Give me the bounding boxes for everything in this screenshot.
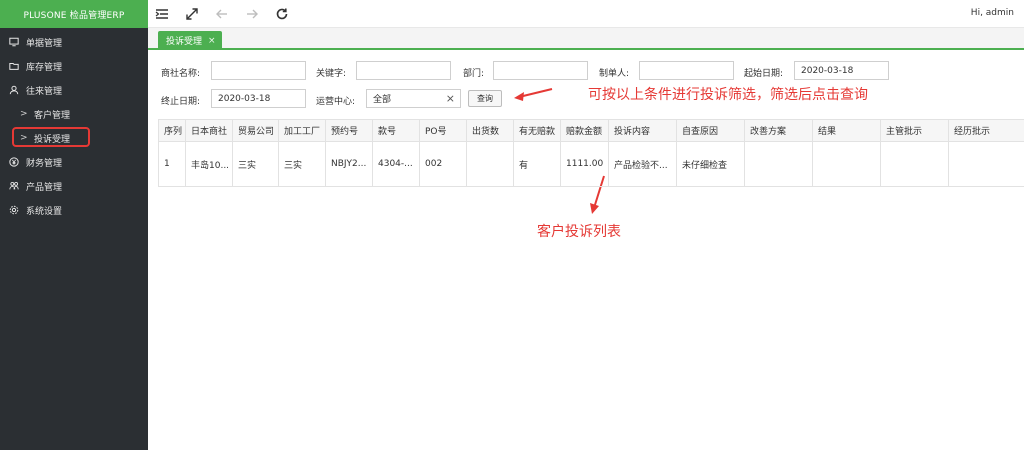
refresh-icon[interactable] bbox=[274, 6, 290, 22]
clear-icon[interactable]: ⨯ bbox=[446, 92, 455, 105]
table-cell: NBJY2... bbox=[325, 141, 373, 187]
column-header[interactable]: 出货数 bbox=[466, 119, 514, 142]
people-icon bbox=[8, 180, 20, 192]
sidebar-item-label: 财务管理 bbox=[26, 158, 63, 169]
column-header[interactable]: 有无赔款 bbox=[513, 119, 561, 142]
column-header[interactable]: 日本商社 bbox=[185, 119, 233, 142]
monitor-icon bbox=[8, 36, 20, 48]
ops-center-label: 运营中心: bbox=[316, 97, 356, 107]
ops-center-select[interactable]: 全部 ⨯ bbox=[366, 89, 461, 108]
sidebar-item-finance[interactable]: 财务管理 bbox=[0, 150, 148, 174]
creator-input[interactable] bbox=[639, 61, 734, 80]
table-cell: 4304-... bbox=[372, 141, 420, 187]
table-cell: 有 bbox=[513, 141, 561, 187]
column-header[interactable]: 结果 bbox=[812, 119, 881, 142]
keyword-input[interactable] bbox=[356, 61, 451, 80]
column-header[interactable]: 改善方案 bbox=[744, 119, 813, 142]
sidebar-item-documents[interactable]: 单据管理 bbox=[0, 30, 148, 54]
filter-hint-annotation: 可按以上条件进行投诉筛选，筛选后点击查询 bbox=[588, 87, 868, 103]
highlight-box bbox=[12, 127, 90, 147]
firm-name-label: 商社名称: bbox=[161, 69, 201, 79]
table-cell bbox=[948, 141, 1024, 187]
column-header[interactable]: 经历批示 bbox=[948, 119, 1024, 142]
sidebar-item-label: 客户管理 bbox=[34, 110, 71, 121]
start-date-input[interactable]: 2020-03-18 bbox=[794, 61, 889, 80]
table-cell bbox=[466, 141, 514, 187]
gear-icon bbox=[8, 204, 20, 216]
table-cell bbox=[744, 141, 813, 187]
sidebar-item-settings[interactable]: 系统设置 bbox=[0, 198, 148, 222]
complaints-table: 序列 日本商社 贸易公司 加工工厂 预约号 款号 PO号 出货数 有无赔款 赔款… bbox=[158, 119, 1024, 187]
chevron-right-icon: > bbox=[20, 109, 28, 119]
ops-center-value: 全部 bbox=[373, 95, 392, 105]
table-cell: 1 bbox=[158, 141, 186, 187]
back-arrow-icon[interactable] bbox=[214, 6, 230, 22]
expand-icon[interactable] bbox=[184, 6, 200, 22]
sidebar-item-complaints[interactable]: > 投诉受理 bbox=[0, 126, 148, 150]
sidebar: PLUSONE 检品管理ERP 单据管理 库存管理 往来管理 > 客户管理 > bbox=[0, 0, 148, 450]
column-header[interactable]: 加工工厂 bbox=[278, 119, 326, 142]
column-header[interactable]: 序列 bbox=[158, 119, 186, 142]
sidebar-item-label: 系统设置 bbox=[26, 206, 63, 217]
yen-icon bbox=[8, 156, 20, 168]
sidebar-item-products[interactable]: 产品管理 bbox=[0, 174, 148, 198]
table-cell: 1111.00 bbox=[560, 141, 609, 187]
table-row[interactable]: 1 丰岛10... 三实 三实 NBJY2... 4304-... 002 有 … bbox=[158, 141, 1024, 187]
column-header[interactable]: PO号 bbox=[419, 119, 467, 142]
column-header[interactable]: 自查原因 bbox=[676, 119, 745, 142]
sidebar-item-label: 往来管理 bbox=[26, 86, 63, 97]
sidebar-nav: 单据管理 库存管理 往来管理 > 客户管理 > 投诉受理 财务管理 产品管理 系… bbox=[0, 28, 148, 222]
query-button[interactable]: 查询 bbox=[468, 90, 502, 107]
column-header[interactable]: 款号 bbox=[372, 119, 420, 142]
table-cell: 三实 bbox=[232, 141, 279, 187]
table-cell: 三实 bbox=[278, 141, 326, 187]
user-icon bbox=[8, 84, 20, 96]
table-cell: 002 bbox=[419, 141, 467, 187]
list-hint-annotation: 客户投诉列表 bbox=[537, 224, 621, 240]
menu-icon[interactable] bbox=[154, 6, 170, 22]
topbar: Hi, admin bbox=[148, 0, 1024, 28]
department-label: 部门: bbox=[463, 69, 485, 79]
department-input[interactable] bbox=[493, 61, 588, 80]
tab-complaints[interactable]: 投诉受理 × bbox=[158, 31, 222, 50]
sidebar-item-customers[interactable]: > 客户管理 bbox=[0, 102, 148, 126]
sidebar-item-contacts[interactable]: 往来管理 bbox=[0, 78, 148, 102]
table-cell: 丰岛10... bbox=[185, 141, 233, 187]
column-header[interactable]: 投诉内容 bbox=[608, 119, 677, 142]
creator-label: 制单人: bbox=[599, 69, 630, 79]
table-cell: 产品检验不... bbox=[608, 141, 677, 187]
filter-panel: 商社名称: 关键字: 部门: 制单人: 起始日期: 2020-03-18 终止日… bbox=[148, 52, 1024, 118]
table-cell bbox=[880, 141, 949, 187]
close-icon[interactable]: × bbox=[208, 36, 216, 46]
tab-label: 投诉受理 bbox=[166, 37, 203, 47]
start-date-label: 起始日期: bbox=[744, 69, 784, 79]
folder-icon bbox=[8, 60, 20, 72]
user-greeting[interactable]: Hi, admin bbox=[971, 8, 1014, 18]
end-date-label: 终止日期: bbox=[161, 97, 201, 107]
table-cell: 未仔细检查 bbox=[676, 141, 745, 187]
column-header[interactable]: 贸易公司 bbox=[232, 119, 279, 142]
sidebar-item-label: 库存管理 bbox=[26, 62, 63, 73]
firm-name-input[interactable] bbox=[211, 61, 306, 80]
table-header-row: 序列 日本商社 贸易公司 加工工厂 预约号 款号 PO号 出货数 有无赔款 赔款… bbox=[158, 119, 1024, 142]
sidebar-item-label: 产品管理 bbox=[26, 182, 63, 193]
keyword-label: 关键字: bbox=[316, 69, 347, 79]
table-cell bbox=[812, 141, 881, 187]
column-header[interactable]: 主管批示 bbox=[880, 119, 949, 142]
column-header[interactable]: 赔款金额 bbox=[560, 119, 609, 142]
app-brand: PLUSONE 检品管理ERP bbox=[0, 0, 148, 28]
sidebar-item-label: 单据管理 bbox=[26, 38, 63, 49]
column-header[interactable]: 预约号 bbox=[325, 119, 373, 142]
list-arrowhead bbox=[590, 203, 599, 214]
tab-bar: 投诉受理 × bbox=[148, 28, 1024, 50]
forward-arrow-icon[interactable] bbox=[244, 6, 260, 22]
sidebar-item-inventory[interactable]: 库存管理 bbox=[0, 54, 148, 78]
end-date-input[interactable]: 2020-03-18 bbox=[211, 89, 306, 108]
